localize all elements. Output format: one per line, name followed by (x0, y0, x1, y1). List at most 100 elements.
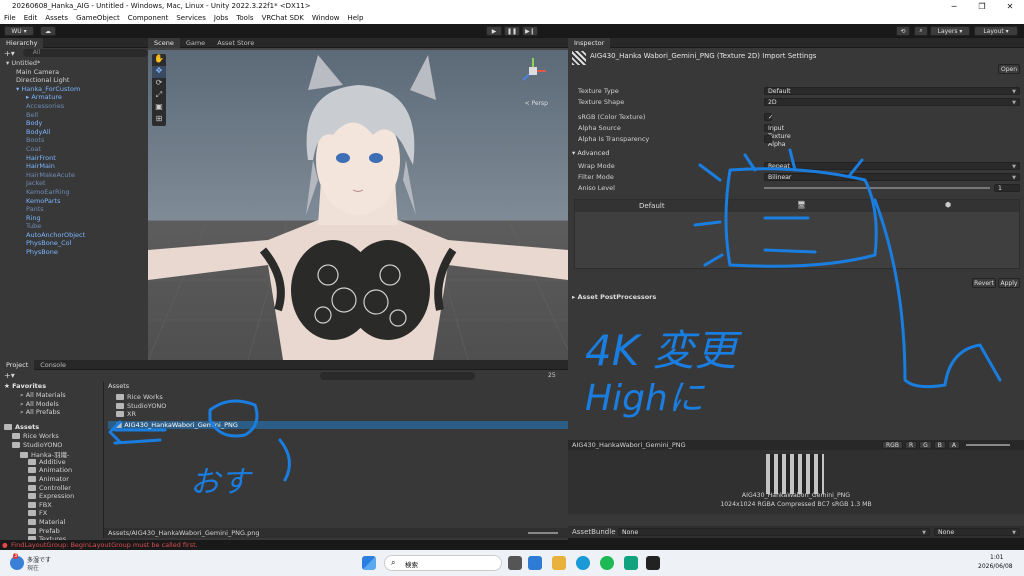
menu-assets[interactable]: Assets (41, 14, 72, 22)
postprocessors-foldout[interactable]: ▸ Asset PostProcessors (572, 293, 656, 301)
project-tree-item[interactable]: Additive (28, 458, 66, 466)
layers-dropdown[interactable]: Layers ▾ (930, 26, 970, 36)
mip-slider[interactable] (966, 444, 1010, 446)
hierarchy-item[interactable]: PhysBone (0, 248, 148, 257)
hierarchy-item[interactable]: Jacket (0, 179, 148, 188)
channel-button[interactable]: RGB (882, 441, 903, 449)
hierarchy-item[interactable]: ▾ Hanka_ForCustom (0, 85, 148, 94)
hierarchy-item[interactable]: ▾ Untitled* (0, 59, 148, 68)
hierarchy-item[interactable]: Bell (0, 111, 148, 120)
folder-row[interactable]: StudioYONO (108, 402, 568, 411)
advanced-foldout[interactable]: ▾ Advanced (572, 149, 609, 157)
project-search-input[interactable] (320, 372, 475, 380)
setting-dropdown[interactable]: Default ▼ (764, 87, 1020, 95)
menu-component[interactable]: Component (124, 14, 173, 22)
hierarchy-item[interactable]: Directional Light (0, 76, 148, 85)
hierarchy-item[interactable]: Ring (0, 214, 148, 223)
hierarchy-item[interactable]: Body (0, 119, 148, 128)
project-tree-item[interactable]: Expression (28, 492, 74, 500)
channel-button[interactable]: B (933, 441, 946, 449)
menu-gameobject[interactable]: GameObject (72, 14, 124, 22)
taskbar-search[interactable]: ⌕ 検索 (384, 555, 502, 571)
selected-asset-row[interactable]: ▦ AIG430_HankaWabori_Gemini_PNG (108, 420, 568, 430)
scale-tool-icon[interactable]: ⤢ (152, 90, 166, 102)
explorer-icon[interactable] (552, 556, 566, 570)
menu-file[interactable]: File (0, 14, 20, 22)
spotify-icon[interactable] (600, 556, 614, 570)
menu-help[interactable]: Help (343, 14, 367, 22)
project-tree-item[interactable]: ★ Favorites (4, 382, 46, 390)
setting-dropdown[interactable]: Repeat ▼ (764, 162, 1020, 170)
pause-button[interactable]: ❚❚ (504, 26, 520, 36)
assetbundle-dropdown[interactable]: None ▼ (618, 528, 930, 536)
start-icon[interactable] (362, 556, 376, 570)
copilot-icon[interactable] (528, 556, 542, 570)
menu-vrchat-sdk[interactable]: VRChat SDK (258, 14, 308, 22)
create-icon[interactable]: +▾ (4, 371, 15, 380)
menu-edit[interactable]: Edit (20, 14, 42, 22)
apply-button[interactable]: Apply (998, 278, 1020, 288)
tab-scene[interactable]: Scene (148, 37, 180, 48)
setting-checkbox[interactable]: ✓ (764, 113, 773, 121)
project-tree-item[interactable]: StudioYONO (12, 441, 62, 449)
hierarchy-item[interactable]: BodyAll (0, 128, 148, 137)
history-icon[interactable]: ⟲ (896, 26, 910, 36)
hierarchy-item[interactable]: Main Camera (0, 68, 148, 77)
menu-jobs[interactable]: Jobs (210, 14, 232, 22)
minimize-button[interactable]: ─ (940, 2, 968, 11)
hierarchy-item[interactable]: ▸ Armature (0, 93, 148, 102)
maximize-button[interactable]: ❐ (968, 2, 996, 11)
folder-row[interactable]: XR (108, 410, 568, 419)
hierarchy-item[interactable]: HairMakeAcute (0, 171, 148, 180)
menu-window[interactable]: Window (308, 14, 344, 22)
project-tree-item[interactable]: Animator (28, 475, 69, 483)
layout-dropdown[interactable]: Layout ▾ (974, 26, 1018, 36)
hierarchy-item[interactable]: KemoEarRing (0, 188, 148, 197)
project-tree-item[interactable]: FX (28, 509, 47, 517)
setting-dropdown[interactable]: 2D ▼ (764, 98, 1020, 106)
hierarchy-item[interactable]: Tube (0, 222, 148, 231)
folder-row[interactable]: Rice Works (108, 393, 568, 402)
android-icon[interactable]: ⬢ (945, 201, 951, 209)
setting-checkbox[interactable] (764, 135, 772, 143)
hierarchy-item[interactable]: HairFront (0, 154, 148, 163)
task-view-icon[interactable] (508, 556, 522, 570)
cloud-icon[interactable]: ☁ (40, 26, 56, 36)
play-button[interactable]: ▶ (486, 26, 502, 36)
monitor-icon[interactable]: 🖥 (797, 201, 806, 209)
project-tree-item[interactable]: Rice Works (12, 432, 59, 440)
move-tool-icon[interactable]: ✥ (152, 66, 166, 78)
transform-tool-icon[interactable]: ⊞ (152, 114, 166, 126)
menu-tools[interactable]: Tools (232, 14, 257, 22)
hand-tool-icon[interactable]: ✋ (152, 54, 166, 66)
hierarchy-item[interactable]: Boots (0, 136, 148, 145)
project-tree-item[interactable]: Controller (28, 484, 71, 492)
revert-button[interactable]: Revert (972, 278, 996, 288)
project-tree-item[interactable]: Material (28, 518, 65, 526)
edge-icon[interactable] (576, 556, 590, 570)
hierarchy-item[interactable]: Accessories (0, 102, 148, 111)
hierarchy-search-input[interactable]: All (22, 49, 148, 57)
channel-button[interactable]: A (947, 441, 960, 449)
tab-asset-store[interactable]: Asset Store (211, 38, 260, 48)
tab-default-platform[interactable]: Default (639, 202, 665, 210)
hierarchy-item[interactable]: HairMain (0, 162, 148, 171)
add-icon[interactable]: +▾ (4, 49, 15, 58)
project-tree-item[interactable]: Prefab (28, 527, 60, 535)
hierarchy-item[interactable]: PhysBone_Col (0, 239, 148, 248)
project-tree-item[interactable]: Animation (28, 466, 72, 474)
icon-size-slider[interactable] (528, 532, 558, 534)
channel-button[interactable]: G (919, 441, 932, 449)
chat-app-icon[interactable] (624, 556, 638, 570)
rect-tool-icon[interactable]: ▣ (152, 102, 166, 114)
aniso-slider[interactable] (764, 187, 990, 189)
tab-inspector[interactable]: Inspector (568, 37, 611, 48)
rotate-tool-icon[interactable]: ⟳ (152, 78, 166, 90)
assetbundle-variant-dropdown[interactable]: None ▼ (934, 528, 1020, 536)
scene-gizmo[interactable] (518, 56, 548, 86)
tab-hierarchy[interactable]: Hierarchy (0, 37, 44, 48)
project-tree-item[interactable]: Assets (4, 423, 39, 431)
close-button[interactable]: ✕ (996, 2, 1024, 11)
search-icon[interactable]: ⌕ (914, 26, 928, 36)
project-tree-item[interactable]: ⌕ All Prefabs (20, 408, 60, 417)
